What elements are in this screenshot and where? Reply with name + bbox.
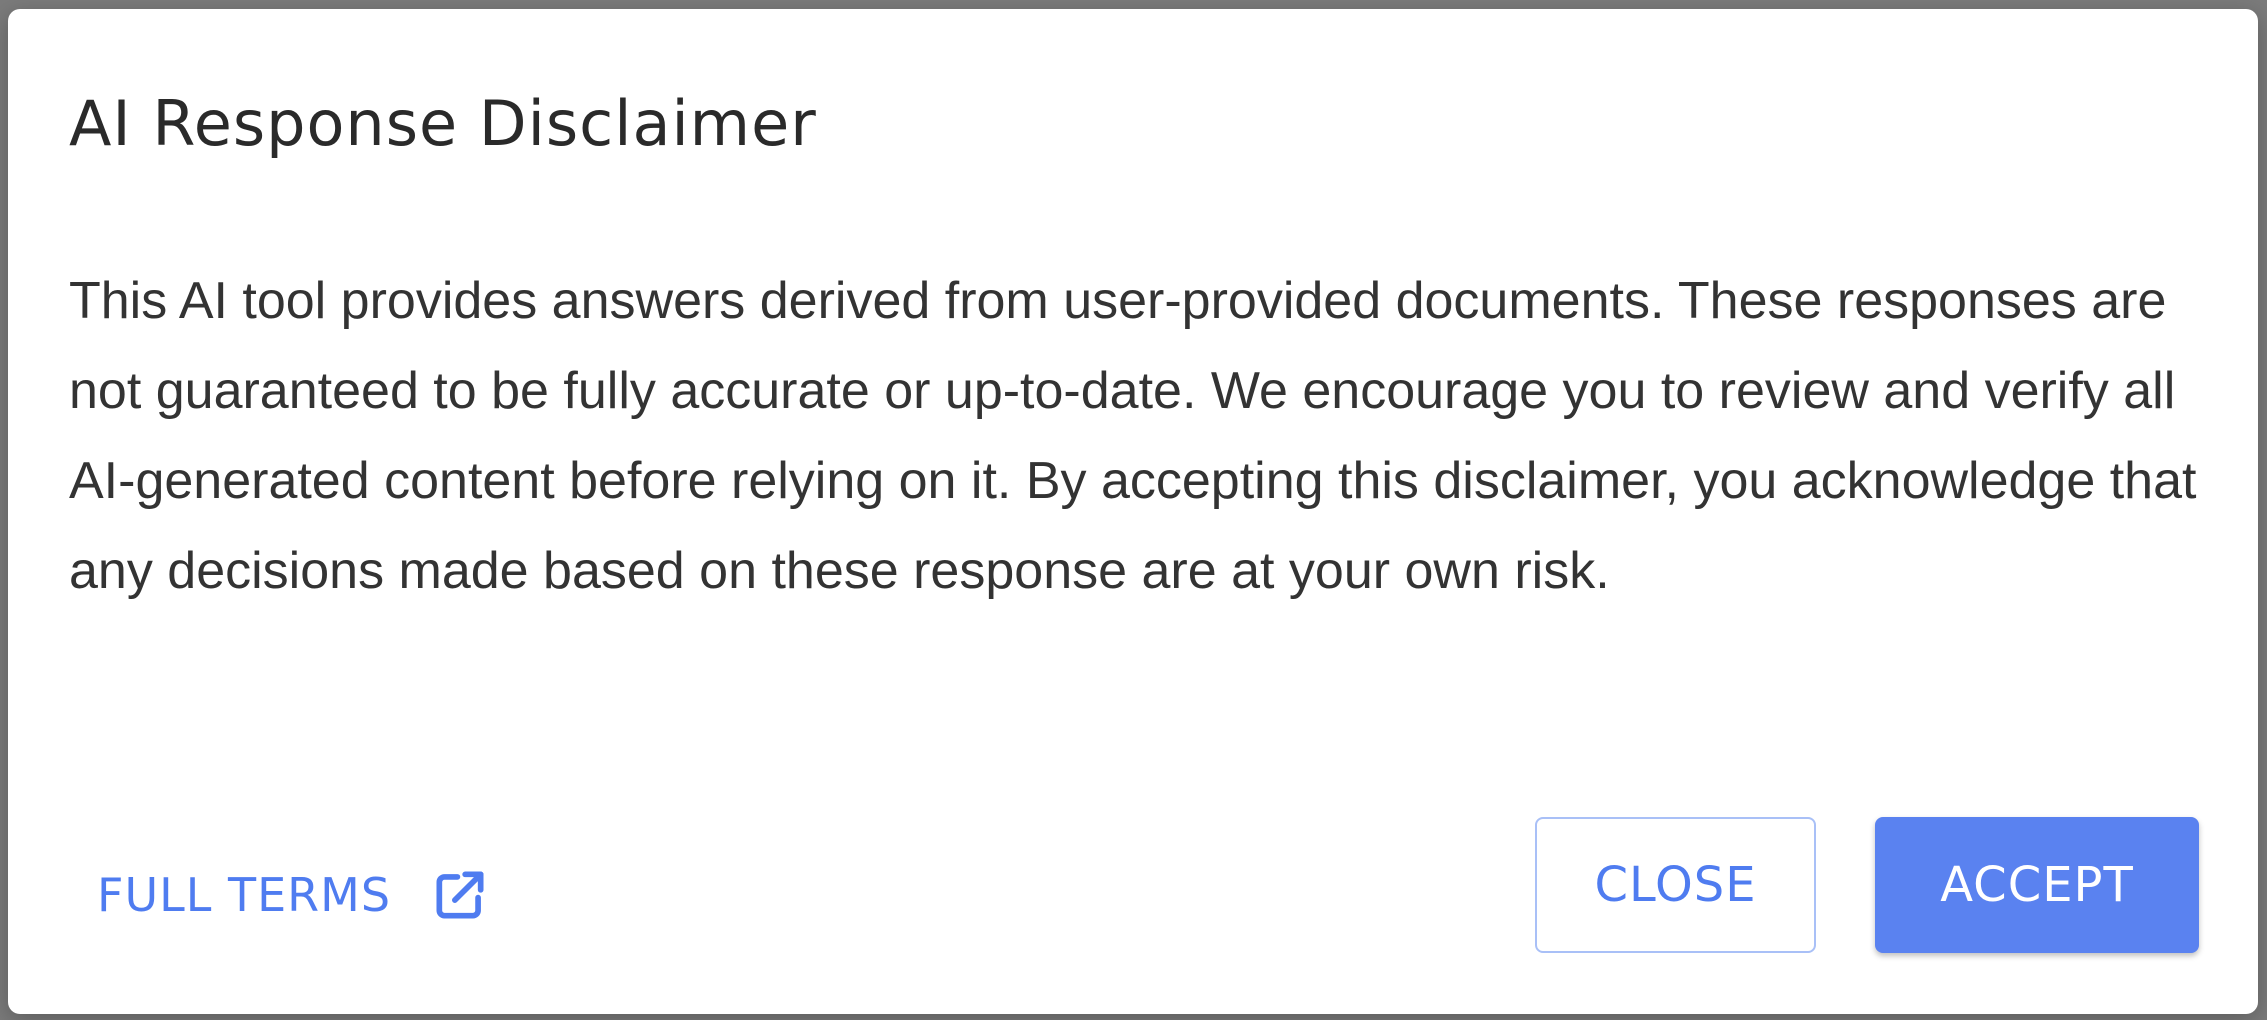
external-link-icon (429, 864, 491, 926)
close-button-label: CLOSE (1594, 857, 1757, 913)
close-button[interactable]: CLOSE (1535, 817, 1816, 953)
dialog-title: AI Response Disclaimer (69, 87, 817, 160)
accept-button-label: ACCEPT (1940, 857, 2134, 913)
disclaimer-body: This AI tool provides answers derived fr… (69, 272, 2197, 600)
disclaimer-dialog: AI Response Disclaimer This AI tool prov… (8, 9, 2258, 1014)
full-terms-link[interactable]: FULL TERMS (97, 855, 491, 935)
full-terms-label: FULL TERMS (97, 868, 392, 922)
accept-button[interactable]: ACCEPT (1875, 817, 2199, 953)
